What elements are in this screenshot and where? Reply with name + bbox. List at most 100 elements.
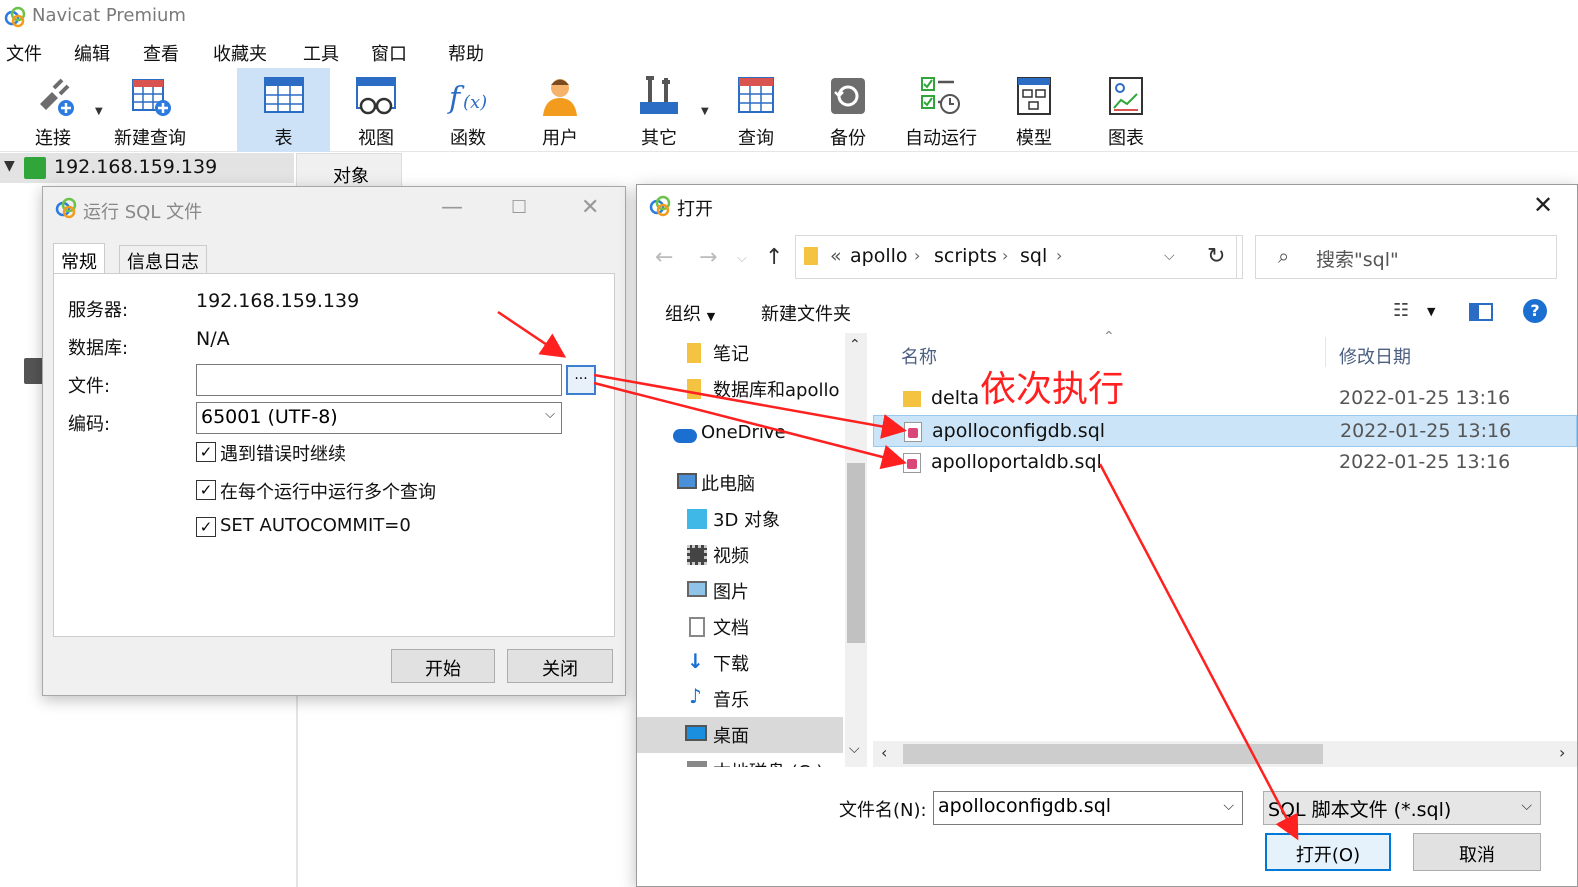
close-icon[interactable]: ✕ xyxy=(581,195,599,220)
recent-dropdown-icon[interactable]: ⌵ xyxy=(737,251,747,266)
toolbar-backup-button[interactable]: 备份 xyxy=(812,68,884,152)
scrollbar-thumb[interactable] xyxy=(903,744,1323,764)
cancel-button[interactable]: 取消 xyxy=(1413,833,1541,871)
filetype-select[interactable]: SQL 脚本文件 (*.sql) ⌵ xyxy=(1263,791,1541,825)
preview-pane-icon[interactable] xyxy=(1469,303,1493,321)
server-label: 服务器: xyxy=(68,300,129,321)
chevron-down-icon[interactable]: ⌵ xyxy=(1164,248,1175,264)
help-icon[interactable]: ? xyxy=(1523,299,1547,323)
path-segment[interactable]: apollo xyxy=(850,245,908,267)
file-row[interactable]: delta 2022-01-25 13:16 xyxy=(873,383,1577,415)
menu-tools[interactable]: 工具 xyxy=(303,40,339,66)
toolbar-table-button[interactable]: 表 xyxy=(237,68,330,152)
nav-item-3d-objects[interactable]: 3D 对象 xyxy=(637,501,843,537)
file-path-input[interactable] xyxy=(196,364,562,396)
autocommit-checkbox[interactable]: ✓ xyxy=(196,517,216,537)
menu-window[interactable]: 窗口 xyxy=(371,40,407,66)
nav-item-this-pc[interactable]: 此电脑 xyxy=(637,465,843,501)
horizontal-scrollbar[interactable]: ‹ › xyxy=(873,741,1577,767)
file-row[interactable]: apolloconfigdb.sql 2022-01-25 13:16 xyxy=(873,415,1577,447)
toolbar-view-button[interactable]: 视图 xyxy=(334,68,418,152)
path-segment[interactable]: sql xyxy=(1020,245,1047,267)
nav-item-db-apollo[interactable]: 数据库和apollo xyxy=(637,371,843,407)
open-button[interactable]: 打开(O) xyxy=(1265,833,1391,871)
nav-item-label: 音乐 xyxy=(713,690,749,711)
other-dropdown-icon[interactable]: ▼ xyxy=(701,106,709,117)
nav-item-desktop[interactable]: 桌面 xyxy=(637,717,843,753)
toolbar-user-button[interactable]: 用户 xyxy=(522,68,598,152)
toolbar-other-button[interactable]: 其它 xyxy=(622,68,696,152)
navigation-pane: 笔记 数据库和apollo OneDrive 此电脑 3D 对象 视频 图片 文… xyxy=(637,333,873,767)
toolbar-connect-button[interactable]: 连接 xyxy=(14,68,92,152)
menu-help[interactable]: 帮助 xyxy=(448,40,484,66)
close-button[interactable]: 关闭 xyxy=(507,649,613,683)
toolbar-automation-button[interactable]: 自动运行 xyxy=(900,68,982,152)
nav-item-videos[interactable]: 视频 xyxy=(637,537,843,573)
search-input[interactable]: ⌕ 搜索"sql" xyxy=(1255,235,1557,279)
menu-favorites[interactable]: 收藏夹 xyxy=(213,40,267,66)
chevron-left-icon[interactable]: ‹ xyxy=(881,743,887,762)
encoding-select[interactable]: 65001 (UTF-8) ⌵ xyxy=(196,402,562,434)
dialog-title: 运行 SQL 文件 xyxy=(83,202,203,223)
start-button[interactable]: 开始 xyxy=(391,649,495,683)
view-dropdown-icon[interactable]: ▼ xyxy=(1427,305,1435,318)
nav-item-local-disk[interactable]: 本地磁盘 (C:) xyxy=(637,753,843,767)
address-bar[interactable]: « apollo › scripts › sql › ⌵ xyxy=(795,235,1243,279)
column-header-name[interactable]: 名称 xyxy=(901,343,937,369)
filename-input[interactable]: apolloconfigdb.sql ⌵ xyxy=(933,791,1243,825)
connection-tree-item[interactable]: ▼ 192.168.159.139 xyxy=(0,153,294,183)
refresh-button[interactable]: ↻ xyxy=(1195,235,1237,279)
organize-button[interactable]: 组织 ▼ xyxy=(665,300,715,326)
tab-general[interactable]: 常规 xyxy=(53,243,105,275)
menu-file[interactable]: 文件 xyxy=(6,40,42,66)
pc-icon xyxy=(677,473,697,489)
toolbar-model-button[interactable]: 模型 xyxy=(998,68,1070,152)
view-options-icon[interactable]: ☷ xyxy=(1393,300,1409,321)
column-divider[interactable] xyxy=(1325,337,1326,367)
toolbar-chart-button[interactable]: 图表 xyxy=(1090,68,1162,152)
nav-item-notes[interactable]: 笔记 xyxy=(637,335,843,371)
toolbar-query-button[interactable]: 查询 xyxy=(718,68,794,152)
forward-arrow-icon[interactable]: → xyxy=(699,245,717,270)
tab-message-log[interactable]: 信息日志 xyxy=(119,245,207,273)
file-name: apolloconfigdb.sql xyxy=(932,420,1106,442)
nav-item-music[interactable]: ♪ 音乐 xyxy=(637,681,843,717)
navicat-logo-icon xyxy=(55,197,77,219)
close-icon[interactable]: ✕ xyxy=(1533,191,1553,219)
up-arrow-icon[interactable]: ↑ xyxy=(765,245,783,270)
navigation-scrollbar[interactable]: ⌃ ⌵ xyxy=(845,333,867,767)
continue-on-error-checkbox[interactable]: ✓ xyxy=(196,442,216,462)
chevron-down-icon[interactable]: ⌵ xyxy=(849,741,860,757)
maximize-icon[interactable]: ☐ xyxy=(511,197,527,218)
browse-file-button[interactable]: ... xyxy=(566,365,596,395)
chevron-down-icon[interactable]: ⌵ xyxy=(1223,798,1234,814)
multiple-queries-label: 在每个运行中运行多个查询 xyxy=(220,482,436,503)
menu-edit[interactable]: 编辑 xyxy=(74,40,110,66)
column-header-modified[interactable]: 修改日期 xyxy=(1339,343,1411,369)
toolbar-label: 备份 xyxy=(830,128,866,149)
chevron-right-icon[interactable]: › xyxy=(1559,743,1565,762)
nav-item-onedrive[interactable]: OneDrive xyxy=(637,417,843,453)
connect-dropdown-icon[interactable]: ▼ xyxy=(95,106,103,117)
folder-icon xyxy=(903,391,921,407)
command-bar: 组织 ▼ 新建文件夹 ☷ ▼ ? xyxy=(637,289,1577,333)
toolbar-function-button[interactable]: f (x) 函数 xyxy=(428,68,508,152)
back-arrow-icon[interactable]: ← xyxy=(655,245,673,270)
new-folder-button[interactable]: 新建文件夹 xyxy=(761,300,851,326)
chevron-up-icon[interactable]: ⌃ xyxy=(849,337,861,353)
query-icon xyxy=(738,77,774,113)
nav-item-documents[interactable]: 文档 xyxy=(637,609,843,645)
multiple-queries-checkbox[interactable]: ✓ xyxy=(196,480,216,500)
menu-view[interactable]: 查看 xyxy=(143,40,179,66)
file-row[interactable]: apolloportaldb.sql 2022-01-25 13:16 xyxy=(873,447,1577,479)
server-value: 192.168.159.139 xyxy=(196,290,360,312)
path-segment[interactable]: scripts xyxy=(934,245,997,267)
tab-objects[interactable]: 对象 xyxy=(296,153,402,187)
minimize-icon[interactable]: — xyxy=(441,195,463,220)
toolbar-new-query-button[interactable]: 新建查询 xyxy=(110,68,190,152)
chevron-down-icon[interactable]: ▼ xyxy=(4,158,15,174)
filename-label: 文件名(N): xyxy=(839,800,927,821)
scrollbar-thumb[interactable] xyxy=(847,463,865,643)
nav-item-downloads[interactable]: ↓ 下载 xyxy=(637,645,843,681)
nav-item-pictures[interactable]: 图片 xyxy=(637,573,843,609)
